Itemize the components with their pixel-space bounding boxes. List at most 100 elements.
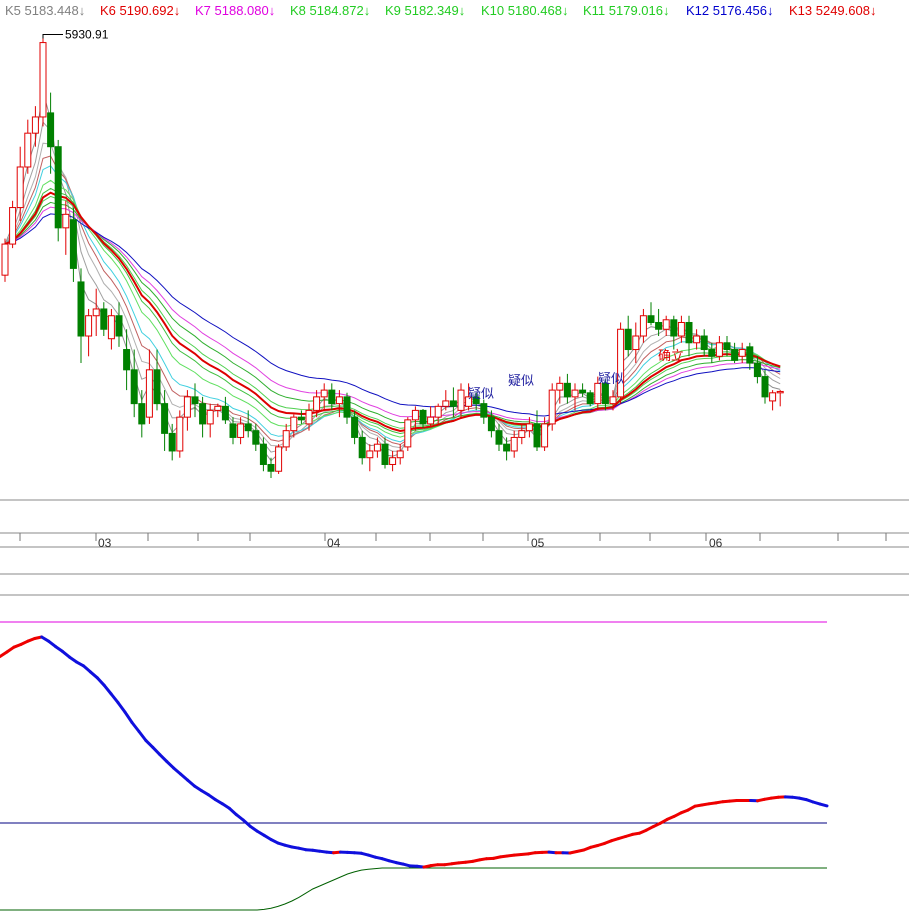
candle-body [731, 349, 739, 361]
ma-line-18 [4, 187, 781, 435]
candle-body [297, 416, 305, 421]
candle-body [442, 400, 450, 407]
candle-body [571, 389, 579, 398]
osc-segment [109, 692, 120, 705]
candle-body [47, 112, 55, 148]
candle-body [609, 396, 617, 405]
candle-body [685, 321, 693, 344]
candle-body [708, 349, 716, 357]
candle-body [229, 423, 237, 438]
candle-body [624, 328, 632, 351]
ma-line-3 [4, 91, 781, 462]
candle-body [123, 349, 131, 371]
candle-body [510, 436, 518, 452]
candle-body [487, 416, 495, 432]
candle-body [62, 213, 70, 229]
candle-body [69, 219, 77, 269]
candle-body [343, 396, 351, 418]
candle-body [320, 389, 328, 398]
ma-line-30 [4, 206, 781, 423]
candle-body [533, 423, 541, 448]
candle-body [54, 146, 62, 229]
candle-body [199, 403, 207, 425]
candle-body [586, 392, 594, 405]
candle-body [715, 342, 723, 357]
candle-body [138, 403, 146, 425]
chart-labels: 5930.91疑似疑似 疑似确立 [42, 27, 684, 402]
candle-body [746, 346, 754, 364]
moving-average-lines [4, 91, 781, 462]
candle-body [411, 409, 419, 421]
osc-segment [95, 676, 106, 687]
candle-body [541, 423, 549, 448]
peak-marker [42, 33, 63, 39]
candle-body [670, 319, 678, 337]
candle-body [632, 335, 640, 351]
candle-body [107, 315, 115, 340]
x-tick-label: 03 [98, 536, 112, 550]
candle-body [39, 42, 47, 118]
candle-body [373, 443, 381, 452]
candle-body [419, 409, 427, 425]
candle-body [389, 457, 397, 465]
osc-segment [130, 721, 141, 733]
peak-label: 5930.91 [65, 27, 109, 41]
panel-dividers: 03 04 05 06 [0, 499, 909, 596]
signal-label: 疑似 [598, 371, 624, 387]
candle-body [427, 416, 435, 425]
candle-body [396, 450, 404, 459]
candle-body [305, 409, 313, 425]
candle-body [525, 423, 533, 432]
stock-chart: 03 04 05 06 5930.91疑似疑似 疑似确立 [0, 27, 909, 911]
ma-line-22 [4, 195, 781, 429]
osc-segment [102, 683, 113, 696]
candle-body [145, 369, 153, 418]
ma-line-38 [4, 213, 781, 417]
candle-body [495, 430, 503, 445]
osc-signal-line [0, 867, 827, 911]
candle-body [366, 450, 374, 459]
candle-body [176, 416, 184, 452]
candle-body [267, 463, 275, 472]
osc-segment [818, 802, 829, 808]
oscillator-panel [0, 621, 829, 911]
ma-line-26 [4, 201, 781, 425]
candle-body [769, 392, 777, 402]
candle-body [738, 349, 746, 357]
candle-body [161, 403, 169, 434]
candle-body [693, 335, 701, 344]
candle-body [457, 389, 465, 411]
candle-body [282, 430, 290, 448]
candle-body [556, 382, 564, 391]
ma-line-11 [4, 165, 781, 443]
osc-segment [116, 701, 127, 714]
candle-body [655, 321, 663, 330]
osc-segment [137, 730, 148, 742]
candle-body [313, 396, 321, 411]
candle-body [92, 308, 100, 317]
ma-line-5 [4, 121, 781, 453]
candle-body [677, 321, 685, 337]
candle-body [335, 396, 343, 405]
candle-body [381, 443, 389, 465]
candle-body [647, 315, 655, 323]
candle-body [237, 423, 245, 438]
candle-body [753, 362, 761, 378]
ma-line-20 [4, 191, 781, 433]
candle-body [358, 436, 366, 459]
candle-body [480, 403, 488, 418]
candle-body [77, 281, 85, 337]
candle-body [153, 369, 161, 405]
candle-body [16, 166, 24, 209]
candle-body [723, 342, 731, 351]
candle-body [31, 116, 39, 134]
candle-body [275, 446, 283, 472]
candle-body [639, 315, 647, 337]
candle-body [130, 369, 138, 405]
candle-body [206, 409, 214, 425]
candle-body [404, 419, 412, 448]
candle-body [100, 308, 108, 330]
x-tick-label: 04 [327, 536, 341, 550]
candle-body [518, 430, 526, 438]
candle-body [85, 315, 93, 337]
